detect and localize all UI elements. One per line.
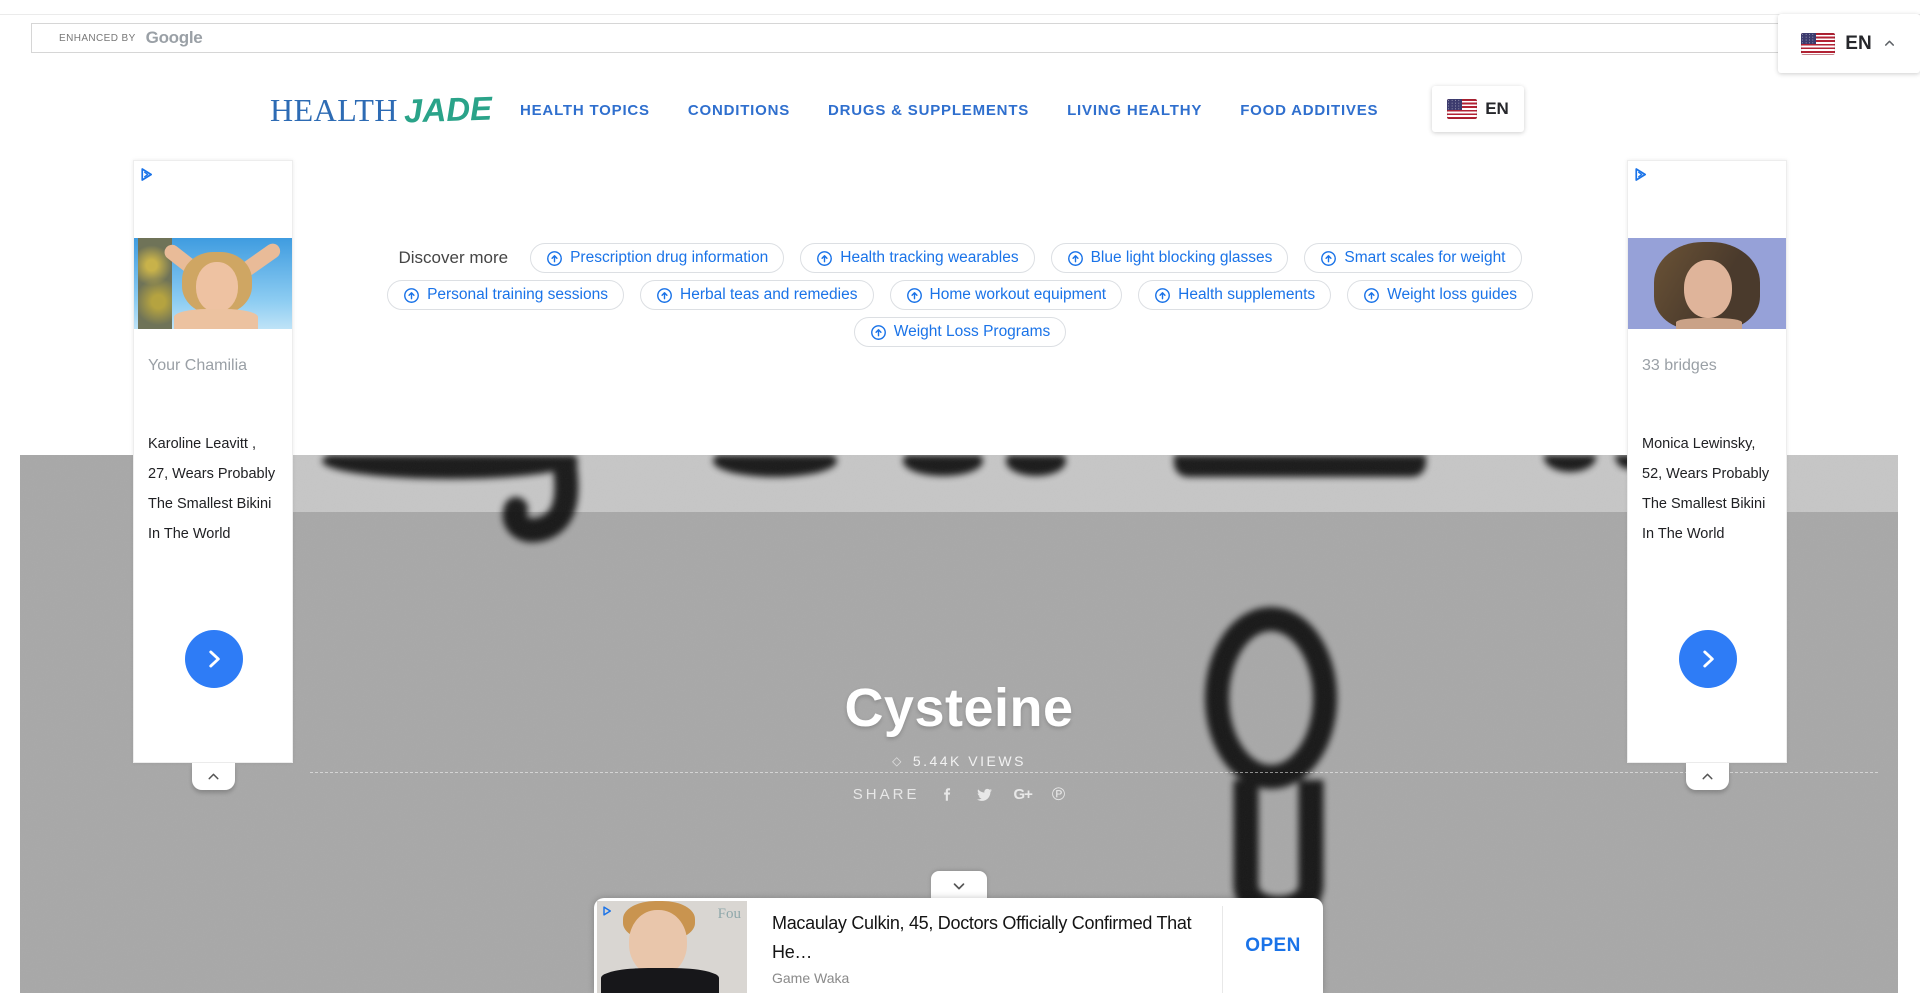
explore-arrow-icon [403, 287, 420, 304]
explore-arrow-icon [1154, 287, 1171, 304]
discover-label: Discover more [399, 248, 509, 268]
us-flag-icon [1447, 99, 1477, 119]
views-icon: ◇ [892, 754, 904, 768]
ad-image-bottom[interactable]: Fou [597, 901, 747, 993]
ad-open-button[interactable]: OPEN [1223, 898, 1323, 993]
chevron-up-icon [1882, 36, 1897, 51]
chevron-up-icon [1699, 768, 1716, 785]
ad-card-bottom[interactable]: Fou Macaulay Culkin, 45, Doctors Officia… [594, 898, 1323, 993]
nav-conditions[interactable]: CONDITIONS [688, 102, 790, 119]
ad-next-button[interactable] [1679, 630, 1737, 688]
ad-headline[interactable]: Monica Lewinsky, 52, Wears Probably The … [1642, 429, 1774, 549]
pill-weight-loss-guides[interactable]: Weight loss guides [1347, 280, 1533, 310]
chevron-right-icon [201, 646, 227, 672]
article-title: Cysteine [20, 677, 1898, 739]
explore-arrow-icon [1067, 250, 1084, 267]
chevron-down-icon [950, 877, 968, 895]
photo-placeholder [601, 968, 719, 993]
pill-row: Discover more Prescription drug informat… [399, 243, 1522, 273]
explore-arrow-icon [1363, 287, 1380, 304]
share-label: SHARE [853, 786, 920, 803]
explore-arrow-icon [656, 287, 673, 304]
nav-drugs-supplements[interactable]: DRUGS & SUPPLEMENTS [828, 102, 1029, 119]
site-header: HEALTH JADE HEALTH TOPICS CONDITIONS DRU… [0, 73, 1920, 147]
views-counter: ◇ 5.44K VIEWS [20, 753, 1898, 769]
nav-health-topics[interactable]: HEALTH TOPICS [520, 102, 650, 119]
ad-advertiser: Your Chamilia [148, 357, 247, 375]
language-selector-top[interactable]: EN [1778, 14, 1920, 73]
logo-text-health: HEALTH [270, 92, 398, 129]
pill-weight-loss-programs[interactable]: Weight Loss Programs [854, 317, 1067, 347]
pill-blue-light-blocking-glasses[interactable]: Blue light blocking glasses [1051, 243, 1289, 273]
explore-arrow-icon [906, 287, 923, 304]
ad-image-right[interactable] [1628, 238, 1786, 329]
google-plus-icon[interactable]: G+ [1013, 786, 1031, 803]
adchoices-icon[interactable] [138, 166, 155, 183]
pill-personal-training-sessions[interactable]: Personal training sessions [387, 280, 624, 310]
ad-headline[interactable]: Karoline Leavitt , 27, Wears Probably Th… [148, 429, 280, 549]
adchoices-icon[interactable] [601, 905, 613, 917]
explore-arrow-icon [1320, 250, 1337, 267]
chevron-right-icon [1695, 646, 1721, 672]
photo-placeholder [1628, 238, 1786, 329]
language-code: EN [1485, 99, 1509, 119]
search-branding-label: ENHANCED BY [59, 33, 136, 44]
chevron-up-icon [205, 768, 222, 785]
twitter-icon[interactable] [976, 786, 993, 803]
pill-prescription-drug-information[interactable]: Prescription drug information [530, 243, 784, 273]
ad-collapse-tab-right[interactable] [1686, 763, 1729, 790]
top-divider [0, 14, 1920, 15]
share-bar: SHARE G+ ℗ [20, 785, 1898, 803]
ad-card-left[interactable]: Your Chamilia Karoline Leavitt , 27, Wea… [133, 160, 293, 763]
pill-smart-scales-for-weight[interactable]: Smart scales for weight [1304, 243, 1521, 273]
photo-backdrop-text: Fou [718, 906, 741, 923]
adchoices-icon[interactable] [1632, 166, 1649, 183]
explore-arrow-icon [870, 324, 887, 341]
ad-next-button[interactable] [185, 630, 243, 688]
facebook-icon[interactable] [939, 786, 956, 803]
nav-food-additives[interactable]: FOOD ADDITIVES [1240, 102, 1378, 119]
pill-health-supplements[interactable]: Health supplements [1138, 280, 1331, 310]
ad-advertiser: Game Waka [772, 970, 849, 986]
us-flag-icon [1801, 33, 1835, 55]
photo-placeholder [134, 238, 292, 329]
logo-text-jade: JADE [403, 89, 492, 130]
ad-image-left[interactable] [134, 238, 292, 329]
ad-advertiser: 33 bridges [1642, 357, 1717, 375]
pill-row: Weight Loss Programs [854, 317, 1067, 347]
pill-herbal-teas-and-remedies[interactable]: Herbal teas and remedies [640, 280, 874, 310]
photo-placeholder [629, 910, 687, 976]
main-nav: HEALTH TOPICS CONDITIONS DRUGS & SUPPLEM… [520, 73, 1378, 147]
ad-headline[interactable]: Macaulay Culkin, 45, Doctors Officially … [772, 909, 1224, 967]
pill-health-tracking-wearables[interactable]: Health tracking wearables [800, 243, 1034, 273]
language-selector-header[interactable]: EN [1432, 86, 1524, 132]
pinterest-icon[interactable]: ℗ [1052, 785, 1065, 803]
page: ENHANCED BY Google EN HEALTH JADE HEALTH… [0, 0, 1920, 993]
ad-card-right[interactable]: 33 bridges Monica Lewinsky, 52, Wears Pr… [1627, 160, 1787, 763]
ad-dismiss-tab-bottom[interactable] [931, 871, 987, 900]
nav-living-healthy[interactable]: LIVING HEALTHY [1067, 102, 1202, 119]
language-code: EN [1845, 33, 1871, 55]
site-logo[interactable]: HEALTH JADE [270, 91, 492, 129]
google-logo: Google [146, 28, 203, 48]
views-count-text: 5.44K VIEWS [913, 753, 1026, 769]
pill-home-workout-equipment[interactable]: Home workout equipment [890, 280, 1123, 310]
explore-arrow-icon [816, 250, 833, 267]
search-input[interactable]: ENHANCED BY Google [31, 23, 1890, 53]
dashed-divider [310, 772, 1878, 773]
pill-row: Personal training sessions Herbal teas a… [387, 280, 1533, 310]
ad-collapse-tab-left[interactable] [192, 763, 235, 790]
explore-arrow-icon [546, 250, 563, 267]
